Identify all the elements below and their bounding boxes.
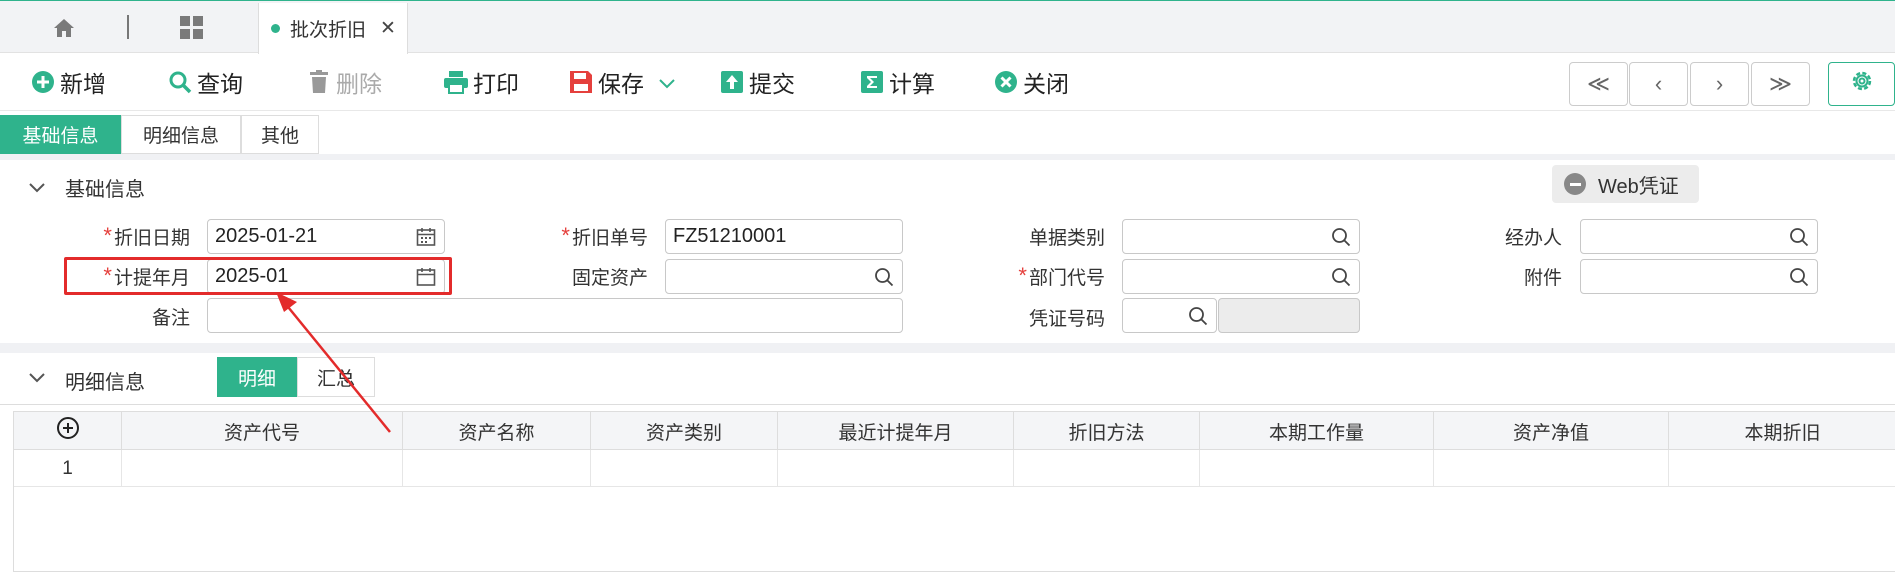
annotation-arrow xyxy=(276,292,391,433)
